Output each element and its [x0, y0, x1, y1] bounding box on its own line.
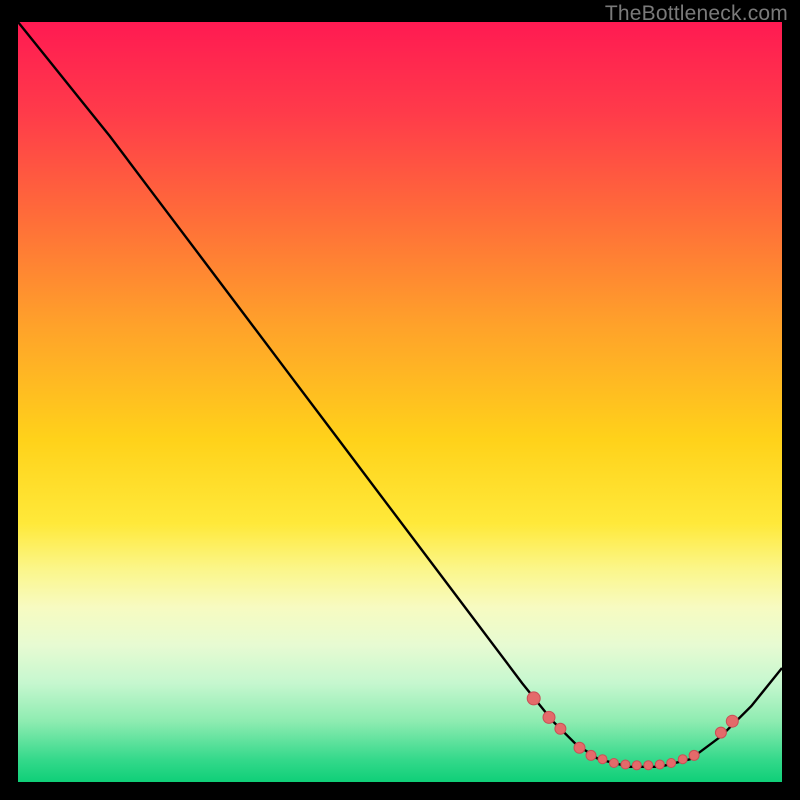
- marker-dot: [667, 759, 676, 768]
- watermark-text: TheBottleneck.com: [605, 2, 788, 26]
- marker-dot: [609, 759, 618, 768]
- marker-dot: [644, 761, 653, 770]
- marker-dot: [632, 761, 641, 770]
- marker-dot: [678, 755, 687, 764]
- marker-dot: [527, 692, 540, 705]
- chart-frame: TheBottleneck.com: [0, 0, 800, 800]
- marker-dot: [555, 723, 566, 734]
- chart-plot-area: [18, 22, 782, 782]
- marker-dot: [586, 750, 596, 760]
- marker-dot: [621, 760, 630, 769]
- marker-dot: [689, 750, 699, 760]
- marker-dot: [715, 727, 726, 738]
- dots-layer: [18, 22, 782, 782]
- marker-dot: [655, 760, 664, 769]
- marker-dot: [543, 711, 555, 723]
- marker-dots: [527, 692, 738, 770]
- marker-dot: [598, 755, 607, 764]
- marker-dot: [726, 715, 738, 727]
- marker-dot: [574, 742, 585, 753]
